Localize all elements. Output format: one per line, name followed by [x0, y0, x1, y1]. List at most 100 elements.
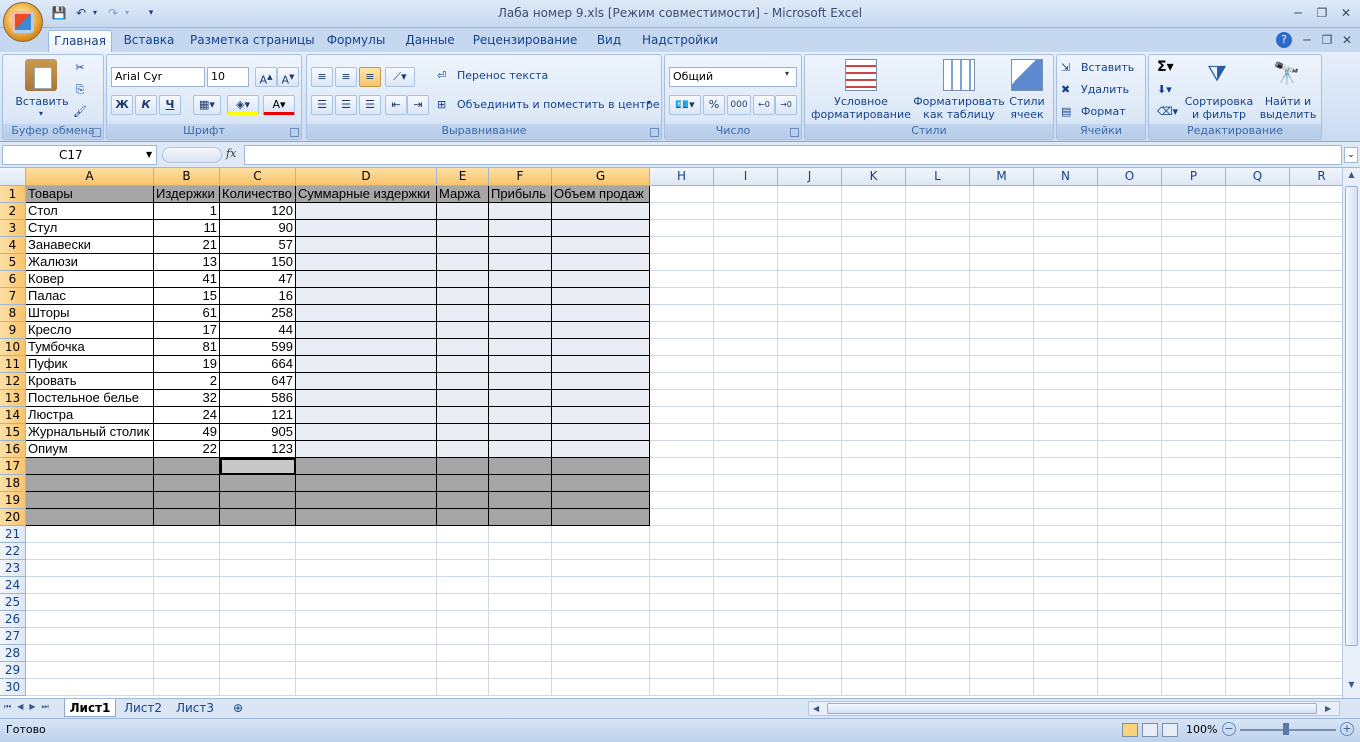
cell-p24[interactable]: [1162, 577, 1226, 594]
row-header-22[interactable]: 22: [0, 543, 26, 560]
cell-q12[interactable]: [1226, 373, 1290, 390]
cell-l26[interactable]: [906, 611, 970, 628]
tab-formulas[interactable]: Формулы: [322, 30, 390, 52]
cell-h11[interactable]: [650, 356, 714, 373]
cell-m5[interactable]: [970, 254, 1034, 271]
delete-cells-button[interactable]: Удалить: [1081, 83, 1129, 96]
cell-r15[interactable]: [1290, 424, 1342, 441]
cell-e22[interactable]: [437, 543, 489, 560]
cell-p20[interactable]: [1162, 509, 1226, 526]
cell-l7[interactable]: [906, 288, 970, 305]
cell-n26[interactable]: [1034, 611, 1098, 628]
cell-b15[interactable]: 49: [154, 424, 220, 441]
font-name-select[interactable]: Arial Cyr: [111, 67, 205, 87]
cell-j27[interactable]: [778, 628, 842, 645]
zoom-level[interactable]: 100%: [1186, 723, 1217, 736]
cell-h7[interactable]: [650, 288, 714, 305]
cell-l5[interactable]: [906, 254, 970, 271]
cell-c16[interactable]: 123: [220, 441, 296, 458]
cell-a23[interactable]: [26, 560, 154, 577]
save-icon[interactable]: 💾: [50, 5, 68, 21]
cell-r25[interactable]: [1290, 594, 1342, 611]
paste-dropdown-icon[interactable]: ▾: [39, 109, 43, 118]
cell-g3[interactable]: [552, 220, 650, 237]
cell-a21[interactable]: [26, 526, 154, 543]
cell-p3[interactable]: [1162, 220, 1226, 237]
cell-g26[interactable]: [552, 611, 650, 628]
cell-i25[interactable]: [714, 594, 778, 611]
cell-f27[interactable]: [489, 628, 552, 645]
tab-addins[interactable]: Надстройки: [638, 30, 722, 52]
cell-q17[interactable]: [1226, 458, 1290, 475]
cell-r19[interactable]: [1290, 492, 1342, 509]
cell-n20[interactable]: [1034, 509, 1098, 526]
cell-d1[interactable]: Суммарные издержки: [296, 186, 437, 203]
cell-p7[interactable]: [1162, 288, 1226, 305]
column-header-j[interactable]: J: [778, 168, 842, 186]
cell-l22[interactable]: [906, 543, 970, 560]
cell-d23[interactable]: [296, 560, 437, 577]
cell-p18[interactable]: [1162, 475, 1226, 492]
cell-e3[interactable]: [437, 220, 489, 237]
cell-m16[interactable]: [970, 441, 1034, 458]
close-icon[interactable]: ✕: [1335, 4, 1357, 22]
column-header-l[interactable]: L: [906, 168, 970, 186]
cell-r16[interactable]: [1290, 441, 1342, 458]
cell-d8[interactable]: [296, 305, 437, 322]
cell-m1[interactable]: [970, 186, 1034, 203]
cell-e15[interactable]: [437, 424, 489, 441]
cell-n6[interactable]: [1034, 271, 1098, 288]
spreadsheet-grid[interactable]: A B C D E F G H I J K L M N O P Q R 1 Товары Издержки Количес…: [0, 168, 1342, 698]
cell-j18[interactable]: [778, 475, 842, 492]
cell-i19[interactable]: [714, 492, 778, 509]
column-header-g[interactable]: G: [552, 168, 650, 186]
row-header-3[interactable]: 3: [0, 220, 26, 237]
cell-o1[interactable]: [1098, 186, 1162, 203]
cell-d22[interactable]: [296, 543, 437, 560]
cell-d27[interactable]: [296, 628, 437, 645]
cell-r9[interactable]: [1290, 322, 1342, 339]
cell-e6[interactable]: [437, 271, 489, 288]
cell-o3[interactable]: [1098, 220, 1162, 237]
name-box-dropdown-icon[interactable]: ▼: [146, 150, 152, 159]
cell-r24[interactable]: [1290, 577, 1342, 594]
cell-q23[interactable]: [1226, 560, 1290, 577]
row-header-9[interactable]: 9: [0, 322, 26, 339]
cell-m11[interactable]: [970, 356, 1034, 373]
row-header-6[interactable]: 6: [0, 271, 26, 288]
scroll-right-icon[interactable]: ▶: [1325, 704, 1331, 713]
cell-g20[interactable]: [552, 509, 650, 526]
ribbon-minimize-icon[interactable]: ─: [1296, 31, 1318, 49]
cell-q2[interactable]: [1226, 203, 1290, 220]
cell-f9[interactable]: [489, 322, 552, 339]
cell-f20[interactable]: [489, 509, 552, 526]
cell-a12[interactable]: Кровать: [26, 373, 154, 390]
column-header-a[interactable]: A: [26, 168, 154, 186]
cell-h17[interactable]: [650, 458, 714, 475]
cell-p12[interactable]: [1162, 373, 1226, 390]
cell-n23[interactable]: [1034, 560, 1098, 577]
cell-f19[interactable]: [489, 492, 552, 509]
cell-e16[interactable]: [437, 441, 489, 458]
cell-h4[interactable]: [650, 237, 714, 254]
italic-button[interactable]: К: [135, 95, 157, 115]
cell-g11[interactable]: [552, 356, 650, 373]
cell-c19[interactable]: [220, 492, 296, 509]
cell-m24[interactable]: [970, 577, 1034, 594]
cell-d14[interactable]: [296, 407, 437, 424]
cell-r1[interactable]: [1290, 186, 1342, 203]
cell-k15[interactable]: [842, 424, 906, 441]
cell-i28[interactable]: [714, 645, 778, 662]
cell-p14[interactable]: [1162, 407, 1226, 424]
scroll-up-icon[interactable]: ▲: [1345, 170, 1358, 184]
cell-l25[interactable]: [906, 594, 970, 611]
cell-f14[interactable]: [489, 407, 552, 424]
cell-j11[interactable]: [778, 356, 842, 373]
cell-p8[interactable]: [1162, 305, 1226, 322]
cell-e2[interactable]: [437, 203, 489, 220]
cell-n2[interactable]: [1034, 203, 1098, 220]
cell-n28[interactable]: [1034, 645, 1098, 662]
cell-n29[interactable]: [1034, 662, 1098, 679]
cell-g1[interactable]: Объем продаж: [552, 186, 650, 203]
cell-i17[interactable]: [714, 458, 778, 475]
